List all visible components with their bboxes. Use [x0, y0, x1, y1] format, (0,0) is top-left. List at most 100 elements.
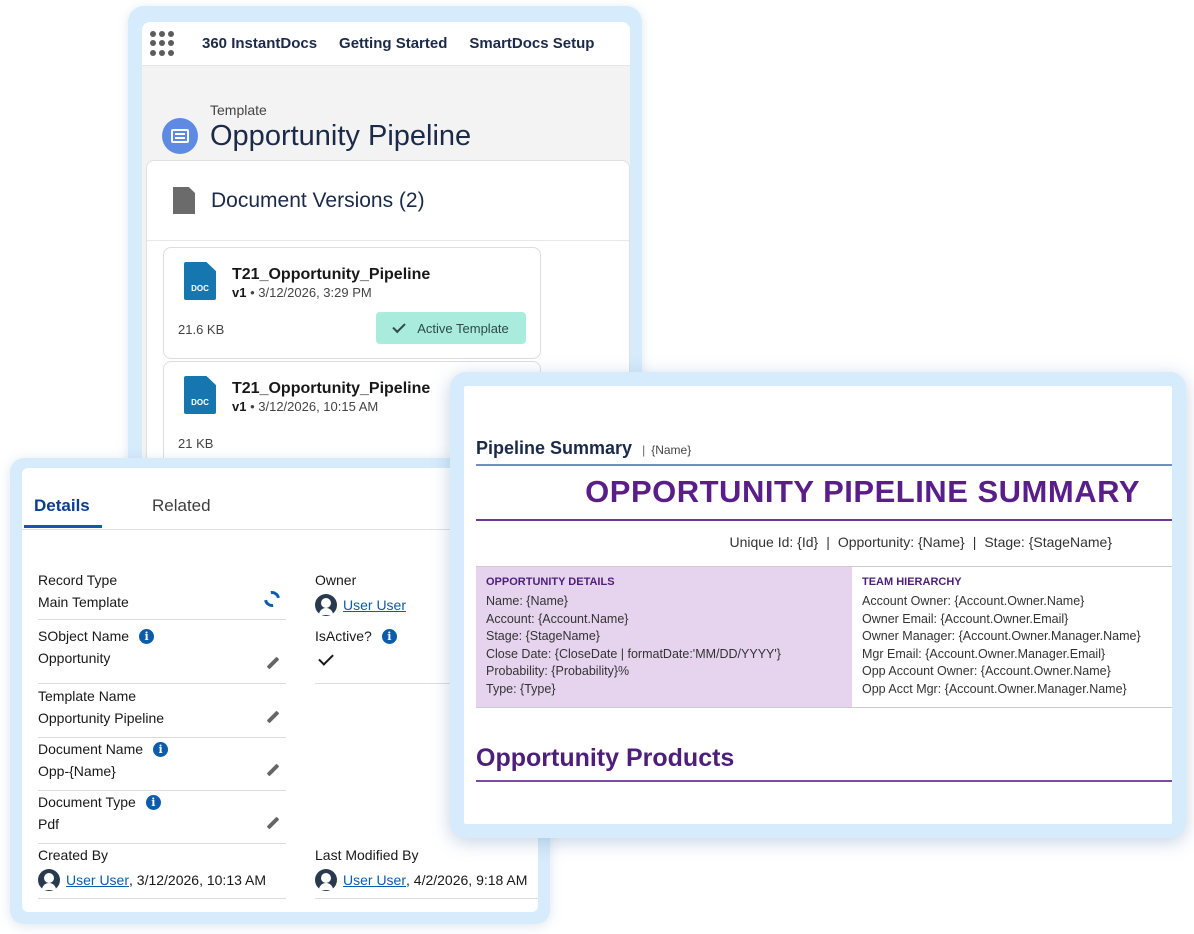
field-value: Opportunity Pipeline	[38, 710, 165, 726]
field-record-type: Record Type Main Template	[38, 572, 286, 620]
nav-item-smartdocs-setup[interactable]: SmartDocs Setup	[469, 35, 594, 52]
version-file-name[interactable]: T21_Opportunity_Pipeline	[232, 266, 430, 284]
detail-line: Account Owner: {Account.Owner.Name}	[862, 594, 1085, 608]
record-type-label: Template	[210, 101, 267, 118]
field-last-modified-by: Last Modified By User User , 4/2/2026, 9…	[315, 847, 538, 899]
doc-file-icon: DOC	[184, 262, 216, 300]
field-value: Opportunity	[38, 650, 111, 666]
field-document-name: Document Name i Opp-{Name}	[38, 741, 286, 791]
detail-line: Stage: {StageName}	[486, 629, 600, 644]
team-hierarchy-column: TEAM HIERARCHY Account Owner: {Account.O…	[852, 567, 1172, 707]
column-heading: TEAM HIERARCHY	[862, 576, 962, 588]
preview-info-table: OPPORTUNITY DETAILS Name: {Name} Account…	[476, 566, 1172, 708]
field-label: Document Type i	[38, 794, 286, 810]
version-file-size: 21 KB	[178, 436, 214, 451]
detail-line: Probability: {Probability}%	[486, 664, 630, 679]
user-avatar-icon	[315, 869, 337, 891]
field-value: Opp-{Name}	[38, 763, 116, 779]
version-meta: v1 • 3/12/2026, 10:15 AM	[232, 399, 378, 414]
document-versions-header: Document Versions (2)	[147, 161, 629, 241]
field-label: Record Type	[38, 572, 118, 588]
active-template-label: Active Template	[417, 320, 509, 336]
opportunity-text: Opportunity: {Name}	[837, 534, 965, 550]
field-document-type: Document Type i Pdf	[38, 794, 286, 844]
version-number: v1	[232, 399, 247, 414]
field-sobject-name: SObject Name i Opportunity	[38, 628, 286, 684]
version-timestamp: • 3/12/2026, 3:29 PM	[246, 285, 372, 300]
divider	[476, 464, 1172, 466]
field-value: Main Template	[38, 594, 129, 610]
version-timestamp: • 3/12/2026, 10:15 AM	[246, 399, 379, 414]
checked-icon	[318, 650, 334, 666]
document-preview: Pipeline Summary {Name} OPPORTUNITY PIPE…	[464, 386, 1172, 824]
field-label: SObject Name i	[38, 628, 286, 644]
detail-line: Owner Manager: {Account.Owner.Manager.Na…	[862, 629, 1141, 644]
tab-active-indicator	[24, 525, 102, 528]
field-label: Created By	[38, 847, 109, 863]
detail-line: Name: {Name}	[486, 594, 568, 608]
field-value: Pdf	[38, 816, 60, 832]
field-created-by: Created By User User , 3/12/2026, 10:13 …	[38, 847, 286, 899]
version-item[interactable]: DOC T21_Opportunity_Pipeline v1 • 3/12/2…	[163, 247, 541, 359]
detail-line: Mgr Email: {Account.Owner.Manager.Email}	[862, 646, 1106, 661]
edit-icon[interactable]	[264, 709, 280, 725]
preview-section-title: Pipeline Summary	[476, 438, 633, 458]
field-label: Template Name	[38, 688, 137, 704]
column-heading: OPPORTUNITY DETAILS	[486, 576, 615, 588]
preview-id-line: Unique Id: {Id} | Opportunity: {Name} | Stag…	[729, 534, 1112, 550]
document-versions-title[interactable]: Document Versions (2)	[211, 189, 425, 213]
tab-details[interactable]: Details	[34, 496, 90, 528]
nav-item-instantdocs[interactable]: 360 InstantDocs	[202, 35, 317, 52]
detail-line: Opp Account Owner: {Account.Owner.Name}	[862, 664, 1111, 679]
preview-section-header: Pipeline Summary {Name}	[476, 438, 691, 459]
template-header: Template Opportunity Pipeline	[162, 100, 471, 154]
opportunity-details-column: OPPORTUNITY DETAILS Name: {Name} Account…	[476, 567, 852, 707]
field-value: User User , 4/2/2026, 9:18 AM	[315, 869, 538, 891]
last-modified-date: , 4/2/2026, 9:18 AM	[406, 872, 528, 888]
info-icon[interactable]: i	[145, 794, 161, 810]
last-modified-user-link[interactable]: User User	[343, 872, 406, 888]
user-avatar-icon	[315, 594, 337, 616]
active-template-badge: Active Template	[376, 312, 526, 344]
created-date: , 3/12/2026, 10:13 AM	[129, 872, 267, 888]
field-label: Last Modified By	[315, 847, 419, 863]
edit-icon[interactable]	[264, 655, 280, 671]
user-avatar-icon	[38, 869, 60, 891]
field-template-name: Template Name Opportunity Pipeline	[38, 688, 286, 738]
tab-related[interactable]: Related	[152, 496, 211, 516]
edit-icon[interactable]	[264, 815, 280, 831]
field-label: Document Name i	[38, 741, 286, 757]
detail-line: Close Date: {CloseDate | formatDate:'MM/…	[486, 646, 781, 661]
preview-main-title: OPPORTUNITY PIPELINE SUMMARY	[585, 474, 1140, 509]
document-icon	[173, 187, 195, 214]
created-by-user-link[interactable]: User User	[66, 872, 129, 888]
stage-text: Stage: {StageName}	[984, 534, 1112, 550]
check-icon	[392, 319, 406, 333]
info-icon[interactable]: i	[153, 741, 169, 757]
unique-id-text: Unique Id: {Id}	[729, 534, 819, 550]
version-number: v1	[232, 285, 247, 300]
nav-item-getting-started[interactable]: Getting Started	[339, 35, 447, 52]
edit-icon[interactable]	[264, 762, 280, 778]
app-navbar: 360 InstantDocs Getting Started SmartDoc…	[142, 22, 630, 66]
detail-line: Account: {Account.Name}	[486, 611, 629, 626]
info-icon[interactable]: i	[381, 628, 397, 644]
field-value: User User , 3/12/2026, 10:13 AM	[38, 869, 286, 891]
products-section-title: Opportunity Products	[476, 744, 735, 772]
version-file-name[interactable]: T21_Opportunity_Pipeline	[232, 380, 430, 398]
document-preview-panel: Pipeline Summary {Name} OPPORTUNITY PIPE…	[450, 372, 1186, 838]
divider	[476, 519, 1172, 521]
divider	[476, 780, 1172, 782]
version-meta: v1 • 3/12/2026, 3:29 PM	[232, 285, 372, 300]
page-title: Opportunity Pipeline	[210, 119, 472, 152]
app-launcher-icon[interactable]	[150, 30, 176, 57]
detail-line: Opp Acct Mgr: {Account.Owner.Manager.Nam…	[862, 681, 1127, 696]
detail-line: Owner Email: {Account.Owner.Email}	[862, 611, 1069, 626]
version-file-size: 21.6 KB	[178, 322, 225, 337]
owner-user-link[interactable]: User User	[343, 597, 406, 613]
detail-line: Type: {Type}	[486, 681, 556, 696]
preview-section-subtitle: {Name}	[642, 443, 691, 457]
info-icon[interactable]: i	[139, 628, 155, 644]
doc-file-icon: DOC	[184, 376, 216, 414]
template-icon	[162, 118, 198, 154]
